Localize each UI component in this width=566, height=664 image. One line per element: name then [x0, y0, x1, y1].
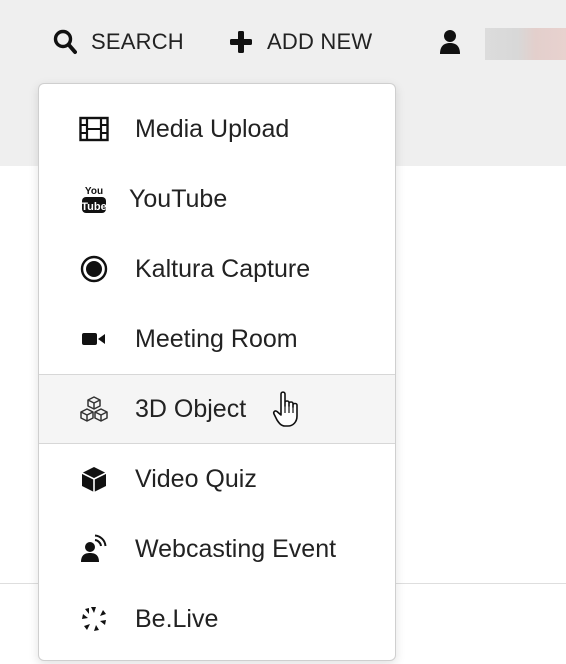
- record-icon: [79, 254, 109, 284]
- svg-text:Tube: Tube: [81, 201, 106, 213]
- user-menu-button[interactable]: [438, 26, 462, 58]
- menu-item-label: YouTube: [129, 184, 228, 213]
- pointer-hand-cursor-icon: [271, 389, 303, 429]
- cube-icon: [79, 464, 109, 494]
- menu-item-label: Meeting Room: [135, 324, 298, 353]
- youtube-icon: You Tube: [79, 184, 109, 214]
- menu-item-3d-object[interactable]: 3D Object: [39, 374, 395, 444]
- menu-item-label: Kaltura Capture: [135, 254, 311, 283]
- menu-item-label: Webcasting Event: [135, 534, 337, 563]
- menu-item-label: 3D Object: [135, 394, 247, 423]
- menu-item-label: Video Quiz: [135, 464, 257, 493]
- username-redacted: [485, 28, 566, 60]
- search-label: SEARCH: [91, 29, 184, 54]
- search-button[interactable]: SEARCH: [53, 26, 184, 58]
- menu-item-webcasting-event[interactable]: Webcasting Event: [39, 514, 395, 584]
- menu-item-media-upload[interactable]: Media Upload: [39, 94, 395, 164]
- video-camera-icon: [79, 324, 109, 354]
- svg-text:You: You: [85, 186, 103, 197]
- broadcast-user-icon: [79, 534, 109, 564]
- menu-item-label: Media Upload: [135, 114, 290, 143]
- add-new-dropdown: Media Upload You Tube YouTube Kaltura Ca…: [38, 83, 396, 661]
- user-icon: [438, 28, 462, 56]
- menu-item-kaltura-capture[interactable]: Kaltura Capture: [39, 234, 395, 304]
- spinner-icon: [79, 604, 109, 634]
- top-toolbar: SEARCH ADD NEW: [0, 0, 566, 84]
- cubes-icon: [79, 394, 109, 424]
- film-icon: [79, 114, 109, 144]
- add-new-button[interactable]: ADD NEW: [229, 26, 372, 58]
- plus-icon: [229, 28, 253, 56]
- menu-item-label: Be.Live: [135, 604, 219, 633]
- menu-item-youtube[interactable]: You Tube YouTube: [39, 164, 395, 234]
- menu-item-video-quiz[interactable]: Video Quiz: [39, 444, 395, 514]
- menu-item-meeting-room[interactable]: Meeting Room: [39, 304, 395, 374]
- menu-item-be-live[interactable]: Be.Live: [39, 584, 395, 654]
- search-icon: [53, 28, 77, 56]
- add-new-label: ADD NEW: [267, 29, 373, 54]
